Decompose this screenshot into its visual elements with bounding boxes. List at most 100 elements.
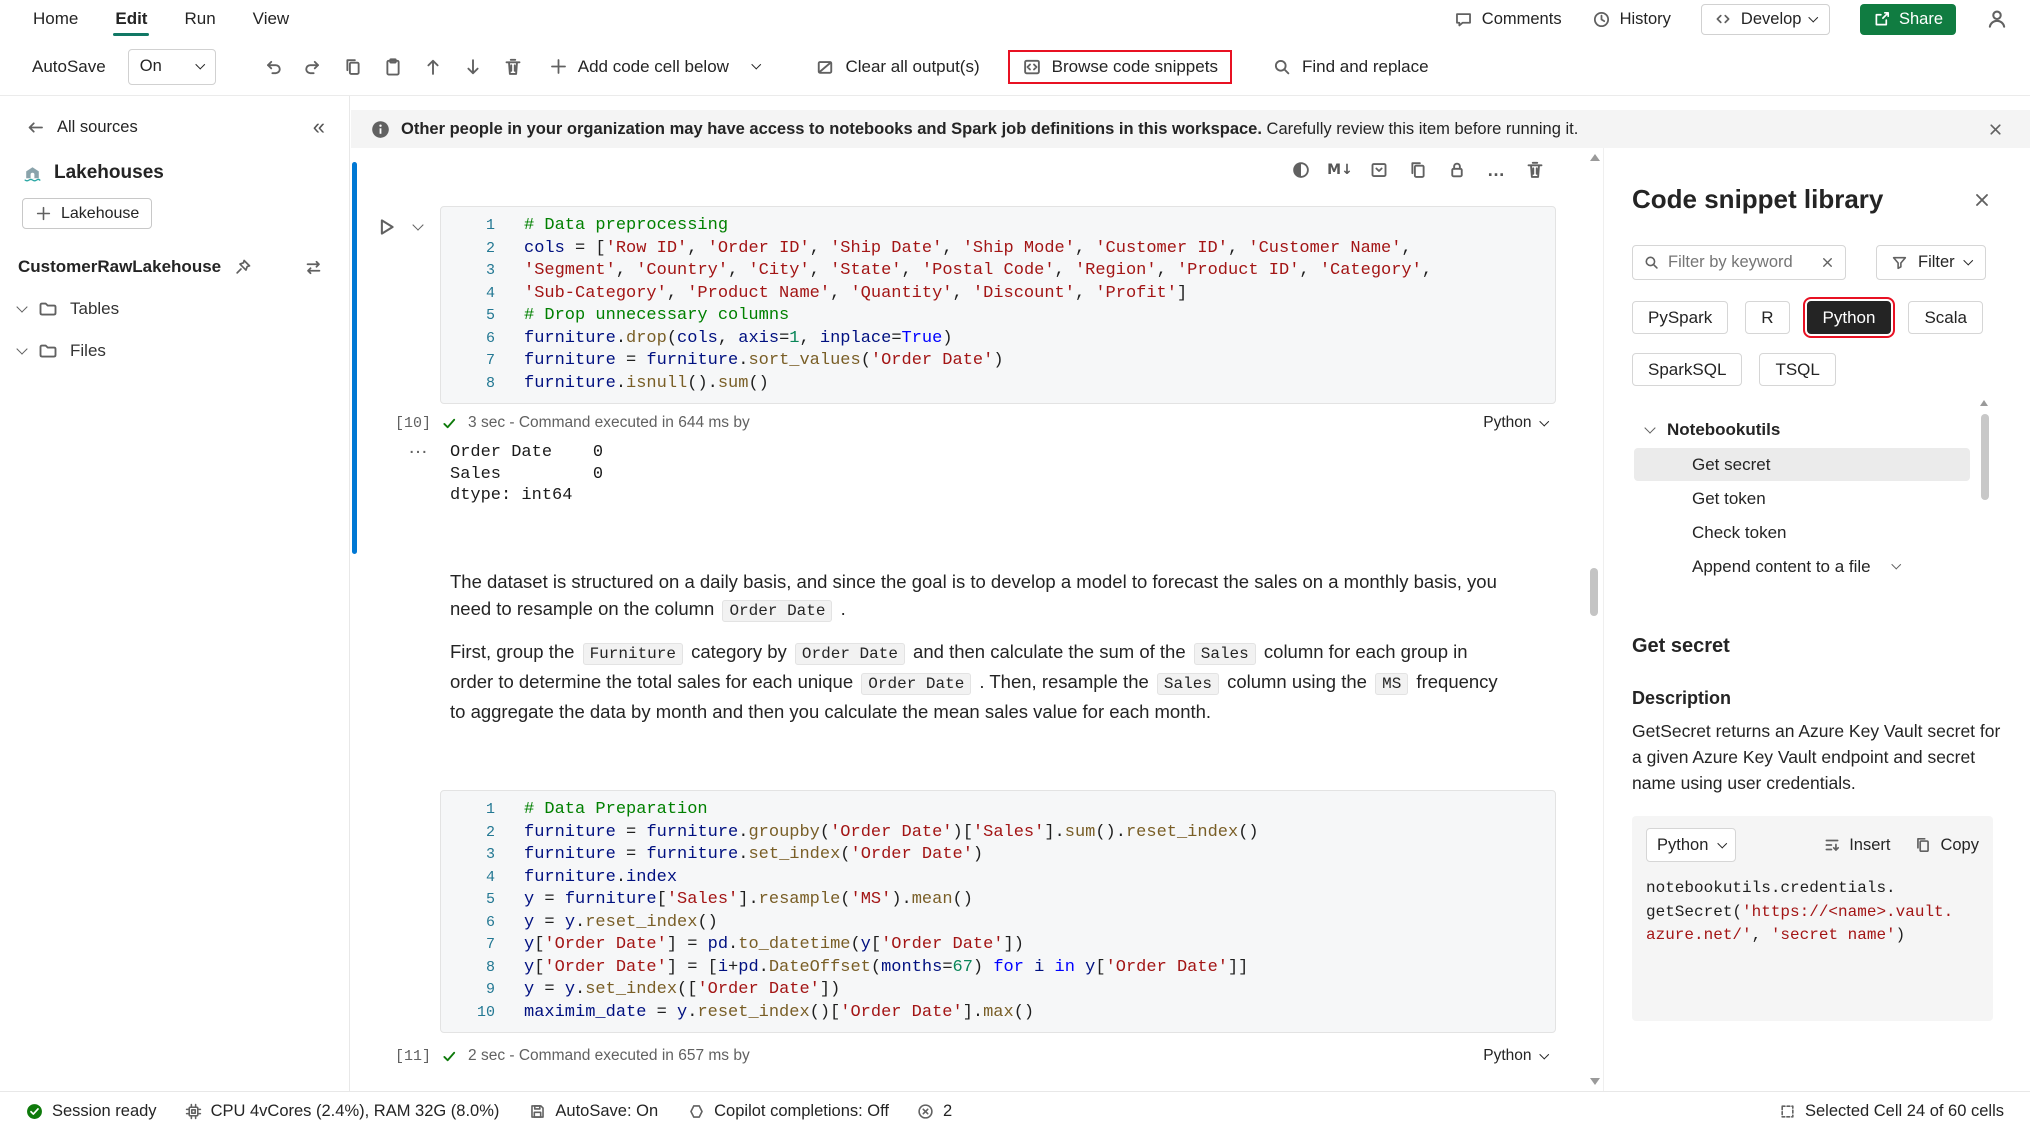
cpu-icon <box>185 1103 202 1120</box>
filter-button[interactable]: Filter <box>1876 245 1986 280</box>
delete-cell-button[interactable] <box>500 53 527 80</box>
collapse-sidebar-icon[interactable]: « <box>313 116 325 138</box>
status-bar: Session ready CPU 4vCores (2.4%), RAM 32… <box>0 1091 2030 1130</box>
chevron-down-icon[interactable] <box>412 219 423 230</box>
redo-icon <box>303 57 323 77</box>
snippet-language-dropdown[interactable]: Python <box>1646 828 1736 862</box>
clear-outputs-button[interactable]: Clear all output(s) <box>815 57 979 77</box>
add-code-cell-button[interactable]: Add code cell below <box>549 57 760 77</box>
chip-tsql[interactable]: TSQL <box>1759 353 1835 386</box>
scroll-up-icon[interactable] <box>1980 400 1988 406</box>
run-cell-icon[interactable] <box>375 216 397 238</box>
issues-indicator[interactable]: 2 <box>917 1102 952 1121</box>
cell-status-bar: [11] 2 sec - Command executed in 657 ms … <box>395 1047 1547 1065</box>
close-icon[interactable] <box>1987 121 2004 138</box>
snippet-item-append-content[interactable]: Append content to a file <box>1634 550 1970 583</box>
snippet-search-box[interactable] <box>1632 245 1846 280</box>
browse-snippets-button[interactable]: Browse code snippets <box>1022 57 1218 77</box>
find-replace-button[interactable]: Find and replace <box>1272 57 1429 77</box>
snippet-item-check-token[interactable]: Check token <box>1634 516 1970 549</box>
markdown-cell[interactable]: The dataset is structured on a daily bas… <box>450 568 1510 725</box>
close-icon[interactable] <box>1972 190 1992 210</box>
clear-outputs-label: Clear all output(s) <box>845 57 979 77</box>
code-cell-1[interactable]: 12345678 # Data preprocessingcols = ['Ro… <box>440 206 1556 404</box>
cell-language-selector[interactable]: Python <box>1483 414 1547 432</box>
chip-r[interactable]: R <box>1745 301 1789 334</box>
chevron-down-icon[interactable] <box>752 60 761 69</box>
delete-cell-icon[interactable] <box>1523 158 1547 182</box>
scroll-down-icon[interactable] <box>1590 1078 1600 1085</box>
clear-search-icon[interactable] <box>1820 255 1835 270</box>
output-options-icon[interactable]: … <box>408 436 430 459</box>
copy-snippet-button[interactable]: Copy <box>1914 836 1979 855</box>
autosave-status[interactable]: AutoSave: On <box>529 1102 658 1121</box>
switch-lakehouse-icon[interactable] <box>304 258 323 277</box>
comment-icon <box>1454 10 1473 29</box>
copilot-status[interactable]: Copilot completions: Off <box>688 1102 889 1121</box>
all-sources-row: All sources « <box>0 116 349 138</box>
scrollbar-thumb[interactable] <box>1590 568 1598 616</box>
chip-sparksql[interactable]: SparkSQL <box>1632 353 1742 386</box>
banner-text: Other people in your organization may ha… <box>401 120 1578 139</box>
filter-icon <box>1891 254 1908 271</box>
chevron-down-icon <box>1644 422 1655 433</box>
share-button[interactable]: Share <box>1860 4 1956 35</box>
convert-markdown-icon[interactable]: M↓ <box>1328 158 1352 182</box>
add-lakehouse-button[interactable]: Lakehouse <box>22 198 152 229</box>
all-sources-label[interactable]: All sources <box>57 118 138 137</box>
success-check-icon <box>442 416 457 431</box>
hide-input-icon[interactable] <box>1367 158 1391 182</box>
execution-count: [10] <box>395 415 431 432</box>
cell-language: Python <box>1483 1047 1531 1065</box>
copilot-icon <box>688 1103 705 1120</box>
chevron-down-icon[interactable] <box>16 301 27 312</box>
lakehouse-item[interactable]: CustomerRawLakehouse <box>0 257 349 277</box>
sidebar-item-tables[interactable]: Tables <box>0 299 349 319</box>
menu-home[interactable]: Home <box>33 0 78 38</box>
chip-pyspark[interactable]: PySpark <box>1632 301 1728 334</box>
snippet-search-input[interactable] <box>1668 253 1812 272</box>
chevron-down-icon[interactable] <box>16 343 27 354</box>
account-icon[interactable] <box>1986 8 2008 30</box>
chip-scala[interactable]: Scala <box>1908 301 1983 334</box>
code-editor[interactable]: # Data preprocessingcols = ['Row ID', 'O… <box>511 215 1432 395</box>
snippet-group-notebookutils[interactable]: Notebookutils <box>1632 413 1992 447</box>
description-text: GetSecret returns an Azure Key Vault sec… <box>1632 718 2004 796</box>
scroll-up-icon[interactable] <box>1590 154 1600 161</box>
menu-run[interactable]: Run <box>184 0 215 38</box>
menu-view[interactable]: View <box>253 0 290 38</box>
error-circle-icon <box>917 1103 934 1120</box>
code-editor[interactable]: # Data Preparationfurniture = furniture.… <box>511 799 1259 1024</box>
duplicate-cell-icon[interactable] <box>1406 158 1430 182</box>
tree-scrollbar[interactable] <box>1980 400 1990 608</box>
redo-button[interactable] <box>300 53 327 80</box>
more-options-icon[interactable]: … <box>1484 158 1508 182</box>
move-cell-down-button[interactable] <box>460 53 487 80</box>
sidebar-item-files[interactable]: Files <box>0 341 349 361</box>
comments-button[interactable]: Comments <box>1454 10 1562 29</box>
back-arrow-icon[interactable] <box>26 118 45 137</box>
paste-button[interactable] <box>380 53 407 80</box>
notebook-canvas: M↓ … 12345678 # Data preprocessingcols =… <box>351 148 1586 1091</box>
cell-language-selector[interactable]: Python <box>1483 1047 1547 1065</box>
scrollbar-thumb[interactable] <box>1981 414 1989 500</box>
chip-python[interactable]: Python <box>1807 301 1892 334</box>
lock-cell-icon[interactable] <box>1445 158 1469 182</box>
move-cell-up-button[interactable] <box>420 53 447 80</box>
undo-button[interactable] <box>260 53 287 80</box>
snippet-item-get-secret[interactable]: Get secret <box>1634 448 1970 481</box>
copy-button[interactable] <box>340 53 367 80</box>
copy-icon <box>1914 836 1932 854</box>
panel-header: Code snippet library <box>1632 184 1992 215</box>
history-button[interactable]: History <box>1592 10 1671 29</box>
toggle-output-icon[interactable] <box>1289 158 1313 182</box>
pin-icon[interactable] <box>234 258 252 276</box>
menu-edit[interactable]: Edit <box>115 0 147 38</box>
search-icon <box>1643 254 1660 271</box>
insert-snippet-button[interactable]: Insert <box>1823 836 1890 855</box>
code-cell-2[interactable]: 12345678910 # Data Preparationfurniture … <box>440 790 1556 1033</box>
main-scrollbar[interactable] <box>1586 148 1602 1091</box>
snippet-item-get-token[interactable]: Get token <box>1634 482 1970 515</box>
autosave-toggle[interactable]: On <box>128 49 216 85</box>
develop-button[interactable]: Develop <box>1701 4 1830 35</box>
